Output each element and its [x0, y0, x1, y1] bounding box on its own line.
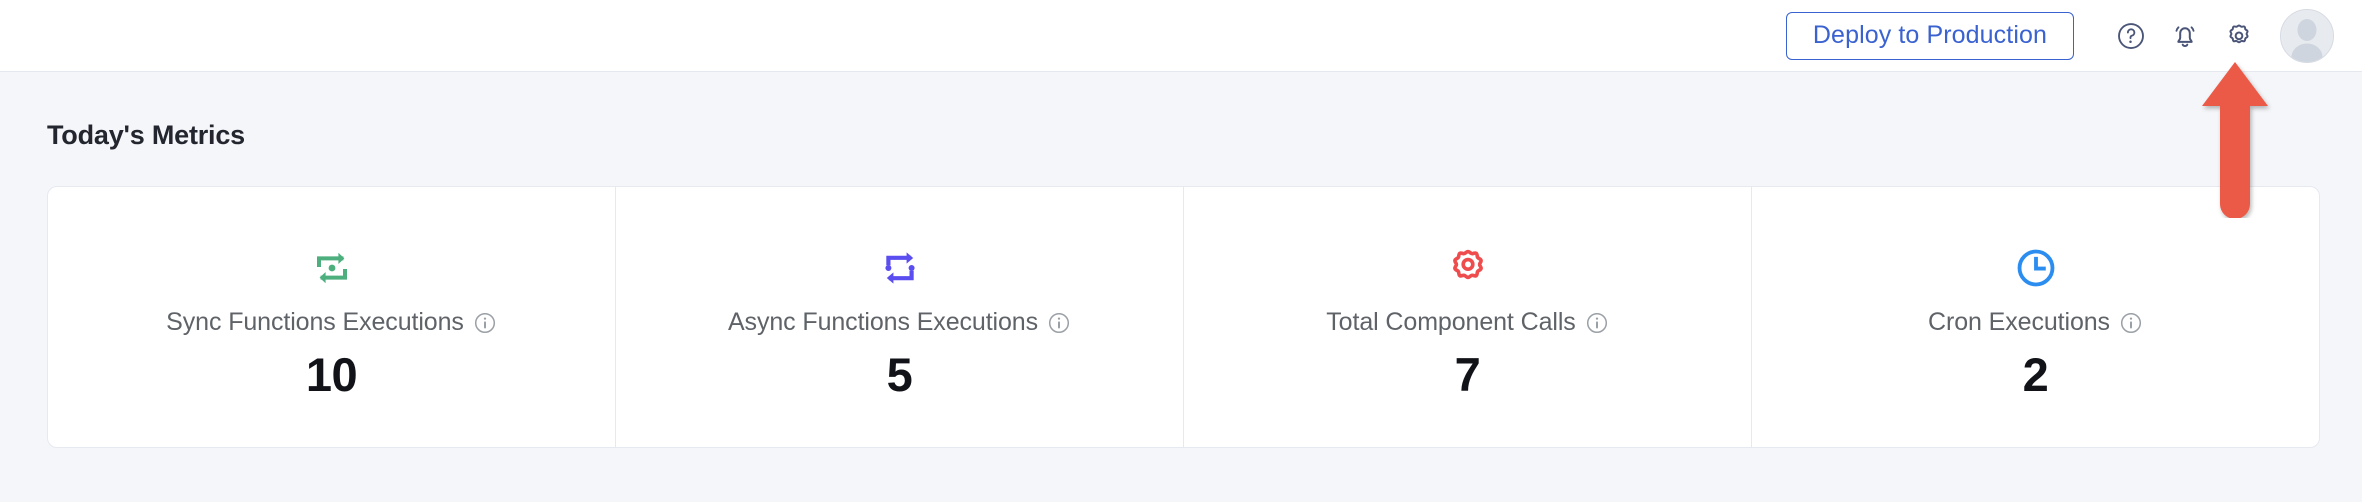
metric-value: 2: [2022, 348, 2049, 401]
page-title: Today's Metrics: [47, 120, 245, 150]
metric-value: 10: [305, 348, 358, 401]
metric-label-row: Cron Executions: [1928, 308, 2143, 337]
deploy-to-production-button[interactable]: Deploy to Production: [1785, 11, 2074, 60]
metric-sync-functions-executions: Sync Functions Executions 10: [48, 187, 616, 447]
sync-loop-icon: [316, 252, 347, 284]
metric-label: Total Component Calls: [1326, 308, 1576, 336]
info-icon[interactable]: [2119, 311, 2143, 335]
avatar-silhouette-icon: [2281, 9, 2333, 62]
info-icon[interactable]: [1047, 311, 1071, 335]
async-loop-icon: [884, 252, 915, 284]
metric-label: Cron Executions: [1928, 308, 2110, 336]
metric-icon-wrap: [1445, 242, 1491, 294]
info-icon[interactable]: [473, 311, 497, 335]
metric-label-row: Sync Functions Executions: [166, 308, 497, 337]
help-button[interactable]: [2104, 9, 2158, 63]
metric-icon-wrap: [308, 242, 356, 294]
metrics-card-strip: Sync Functions Executions 10 Async Funct…: [47, 186, 2320, 448]
metric-label: Async Functions Executions: [727, 308, 1039, 336]
metric-label-row: Async Functions Executions: [728, 308, 1071, 337]
metric-cron-executions: Cron Executions 2: [1752, 187, 2319, 447]
settings-gear-icon: [2229, 23, 2249, 43]
notifications-button[interactable]: [2158, 9, 2212, 63]
notification-bell-icon: [2175, 25, 2195, 47]
header-actions: Deploy to Production: [1785, 8, 2362, 63]
dashboard-body: Today's Metrics Sync Functions Execution…: [0, 72, 2362, 502]
metric-icon-wrap: [876, 242, 924, 294]
metric-label: Sync Functions Executions: [166, 308, 464, 336]
app-header: Deploy to Production: [0, 0, 2362, 72]
user-avatar[interactable]: [2280, 8, 2334, 63]
metric-icon-wrap: [2013, 242, 2059, 294]
metric-total-component-calls: Total Component Calls 7: [1184, 187, 1752, 447]
help-icon: [2118, 22, 2144, 49]
metric-value: 5: [886, 348, 913, 401]
metric-label-row: Total Component Calls: [1326, 308, 1608, 337]
metric-value: 7: [1454, 348, 1481, 401]
clock-icon: [2017, 249, 2054, 287]
metric-async-functions-executions: Async Functions Executions 5: [616, 187, 1184, 447]
gear-icon: [1452, 249, 1483, 280]
settings-button[interactable]: [2212, 9, 2266, 63]
info-icon[interactable]: [1585, 311, 1609, 335]
